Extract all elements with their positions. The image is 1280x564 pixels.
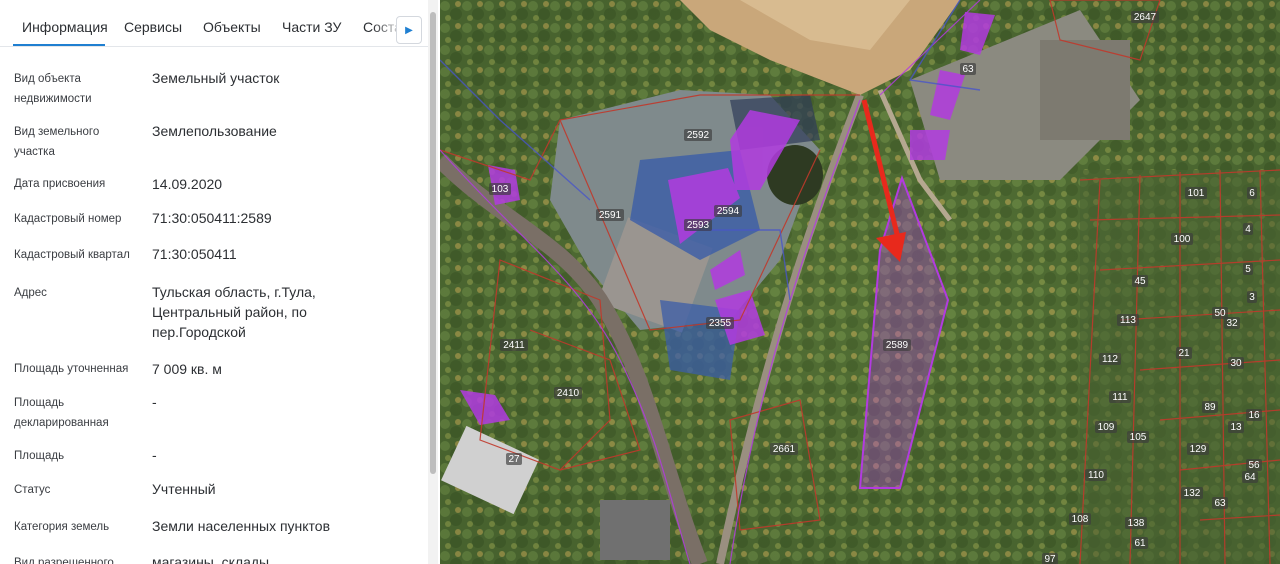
yard (1040, 40, 1130, 140)
parcel-label[interactable]: 132 (1184, 488, 1201, 499)
parcel-label[interactable]: 100 (1174, 234, 1191, 245)
parcel-label[interactable]: 16 (1248, 410, 1260, 421)
info-panel: Информация Сервисы Объекты Части ЗУ Сост… (0, 0, 438, 564)
active-tab-indicator (13, 44, 105, 46)
value-area-specified: 7 009 кв. м (152, 361, 222, 377)
parcel-label[interactable]: 32 (1226, 318, 1238, 329)
parcel-label[interactable]: 6 (1249, 188, 1255, 199)
label-assigned-date: Дата присвоения (14, 178, 106, 190)
parcel-label[interactable]: 13 (1230, 422, 1242, 433)
parcel-label[interactable]: 21 (1178, 348, 1190, 359)
parcel-label[interactable]: 109 (1098, 422, 1115, 433)
parcel-label[interactable]: 2589 (886, 340, 909, 351)
parcel-label[interactable]: 2661 (773, 444, 796, 455)
parcel-label[interactable]: 2594 (717, 206, 740, 217)
parcel-label[interactable]: 101 (1188, 188, 1205, 199)
value-cadastral-number[interactable]: 71:30:050411:2589 (152, 208, 382, 228)
parcel-label[interactable]: 2355 (709, 318, 732, 329)
map-view[interactable]: 2647 63 2592 103 2591 2594 2593 2589 2355 2411 241… (440, 0, 1280, 564)
tab-info[interactable]: Информация (22, 19, 108, 35)
value-area: - (152, 447, 157, 463)
value-area-declared: - (152, 394, 157, 410)
parcel-label[interactable]: 108 (1072, 514, 1089, 525)
value-permitted-use: магазины, склады (152, 554, 270, 564)
label-address: Адрес (14, 287, 47, 299)
value-status: Учтенный (152, 481, 216, 497)
parcel-label[interactable]: 2647 (1134, 12, 1157, 23)
tab-bar: Информация Сервисы Объекты Части ЗУ Сост… (0, 0, 428, 47)
parcel-label[interactable]: 97 (1044, 554, 1056, 564)
value-land-type: Землепользование (152, 123, 277, 139)
parcel-label[interactable]: 110 (1088, 470, 1104, 481)
parcel-label[interactable]: 30 (1230, 358, 1242, 369)
parcel-label[interactable]: 113 (1120, 315, 1136, 326)
value-cadastral-quarter[interactable]: 71:30:050411 (152, 244, 382, 264)
parcel-label[interactable]: 45 (1134, 276, 1146, 287)
building-dark (600, 500, 670, 560)
parcel-label[interactable]: 2410 (557, 388, 580, 399)
tab-scroll-button[interactable]: ▶ (396, 16, 422, 44)
label-object-type: Вид объекта недвижимости (14, 73, 92, 105)
parcel-label[interactable]: 63 (962, 64, 974, 75)
parcel-label[interactable]: 27 (508, 454, 520, 465)
parcel-label[interactable]: 89 (1204, 402, 1216, 413)
label-land-category: Категория земель (14, 521, 110, 533)
tab-land-parts[interactable]: Части ЗУ (282, 19, 341, 35)
label-land-type: Вид земельного участка (14, 126, 100, 158)
parcel-label[interactable]: 103 (492, 184, 509, 195)
parcel-label[interactable]: 3 (1249, 292, 1255, 303)
label-area: Площадь (14, 450, 65, 462)
value-address: Тульская область, г.Тула, Центральный ра… (152, 284, 316, 340)
panel-scrollbar[interactable] (428, 0, 438, 564)
label-status: Статус (14, 484, 51, 496)
parcel-label[interactable]: 2593 (687, 220, 710, 231)
parcel-label[interactable]: 5 (1245, 264, 1251, 275)
parcel-label[interactable]: 2411 (503, 340, 525, 351)
parcel-label[interactable]: 64 (1244, 472, 1256, 483)
scrollbar-thumb[interactable] (430, 12, 436, 474)
tab-objects[interactable]: Объекты (203, 19, 261, 35)
parcel-label[interactable]: 105 (1130, 432, 1147, 443)
parcel-label[interactable]: 112 (1102, 354, 1118, 365)
parcel-label[interactable]: 111 (1112, 392, 1128, 403)
label-permitted-use: Вид разрешенного (14, 557, 114, 564)
building-blue-roof (910, 130, 950, 160)
chevron-right-icon: ▶ (405, 24, 413, 36)
parcel-label[interactable]: 50 (1214, 308, 1226, 319)
value-land-category: Земли населенных пунктов (152, 518, 331, 534)
parcel-label[interactable]: 4 (1245, 224, 1251, 235)
satellite-map[interactable]: 26476325921032591 25942593258923552411241… (440, 0, 1280, 564)
parcel-label[interactable]: 2592 (687, 130, 710, 141)
parcel-label[interactable]: 2591 (599, 210, 622, 221)
parcel-label[interactable]: 56 (1248, 460, 1260, 471)
parcel-label[interactable]: 138 (1128, 518, 1145, 529)
label-area-declared: Площадь декларированная (14, 397, 109, 429)
value-object-type: Земельный участок (152, 70, 280, 86)
tab-services[interactable]: Сервисы (124, 19, 182, 35)
parcel-label[interactable]: 129 (1190, 444, 1207, 455)
label-cadastral-number: Кадастровый номер (14, 213, 122, 225)
label-area-specified: Площадь уточненная (14, 363, 129, 375)
label-cadastral-quarter: Кадастровый квартал (14, 249, 130, 261)
parcel-label[interactable]: 63 (1214, 498, 1226, 509)
value-assigned-date: 14.09.2020 (152, 176, 223, 192)
parcel-label[interactable]: 61 (1134, 538, 1146, 549)
